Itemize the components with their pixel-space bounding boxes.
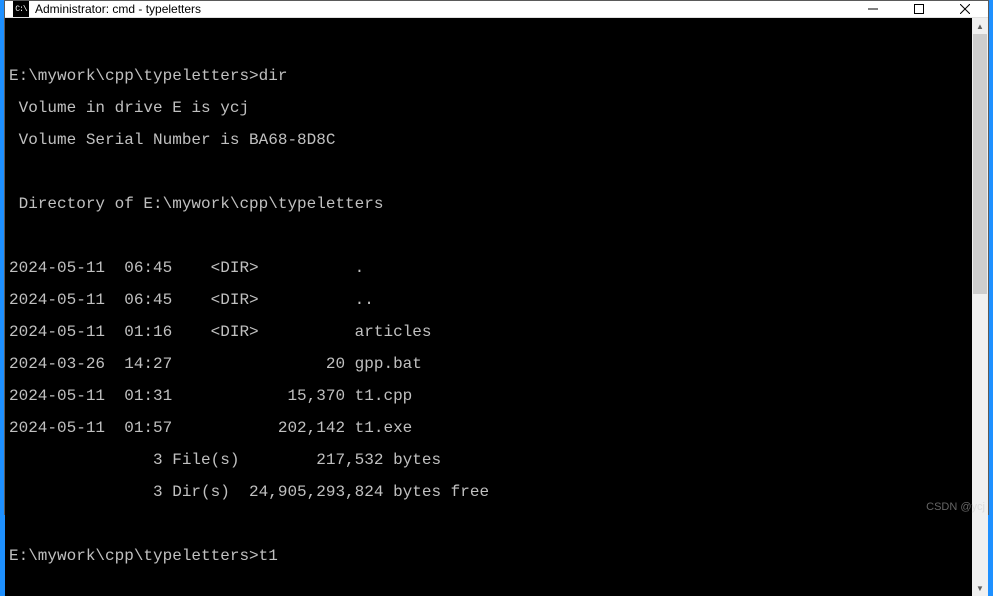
minimize-button[interactable] — [850, 1, 896, 17]
minimize-icon — [868, 4, 878, 14]
scroll-thumb[interactable] — [973, 34, 987, 294]
maximize-icon — [914, 4, 924, 14]
scroll-up-arrow-icon[interactable]: ▲ — [972, 18, 988, 34]
maximize-button[interactable] — [896, 1, 942, 17]
dir-entry: 2024-05-11 01:31 15,370 t1.cpp — [9, 388, 972, 404]
titlebar[interactable]: C:\ Administrator: cmd - typeletters — [5, 1, 988, 18]
blank-line — [9, 36, 972, 52]
command-window: C:\ Administrator: cmd - typeletters E:\… — [4, 0, 989, 515]
output-line: Directory of E:\mywork\cpp\typeletters — [9, 196, 972, 212]
prompt-line: E:\mywork\cpp\typeletters>dir — [9, 68, 972, 84]
output-line: Volume Serial Number is BA68-8D8C — [9, 132, 972, 148]
scroll-down-arrow-icon[interactable]: ▼ — [972, 580, 988, 596]
dir-entry: 2024-05-11 06:45 <DIR> .. — [9, 292, 972, 308]
terminal-output[interactable]: E:\mywork\cpp\typeletters>dir Volume in … — [5, 18, 972, 596]
close-icon — [960, 4, 970, 14]
output-line: Volume in drive E is ycj — [9, 100, 972, 116]
vertical-scrollbar[interactable]: ▲ ▼ — [972, 18, 988, 596]
cmd-icon: C:\ — [13, 1, 29, 17]
window-controls — [850, 1, 988, 17]
blank-line — [9, 516, 972, 532]
dir-entry: 2024-05-11 01:57 202,142 t1.exe — [9, 420, 972, 436]
dir-entry: 2024-05-11 01:16 <DIR> articles — [9, 324, 972, 340]
window-title: Administrator: cmd - typeletters — [35, 2, 850, 16]
blank-line — [9, 228, 972, 244]
summary-line: 3 File(s) 217,532 bytes — [9, 452, 972, 468]
dir-entry: 2024-03-26 14:27 20 gpp.bat — [9, 356, 972, 372]
terminal-area: E:\mywork\cpp\typeletters>dir Volume in … — [5, 18, 988, 596]
close-button[interactable] — [942, 1, 988, 17]
blank-line — [9, 164, 972, 180]
prompt-line: E:\mywork\cpp\typeletters>t1 — [9, 548, 972, 564]
summary-line: 3 Dir(s) 24,905,293,824 bytes free — [9, 484, 972, 500]
dir-entry: 2024-05-11 06:45 <DIR> . — [9, 260, 972, 276]
